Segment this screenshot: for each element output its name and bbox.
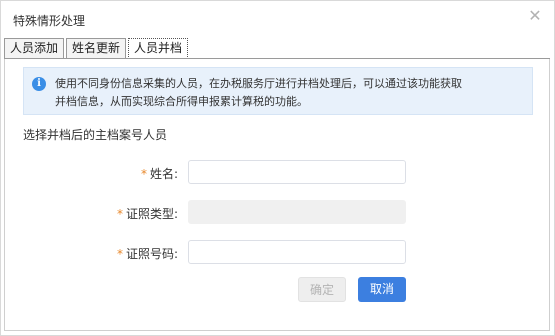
id-type-label: * 证照类型: <box>116 207 178 221</box>
info-icon: i <box>32 77 46 91</box>
required-mark: * <box>140 167 147 181</box>
confirm-button[interactable]: 确定 <box>298 277 346 302</box>
id-number-row: * 证照号码: <box>1 240 555 264</box>
notice-line-1: 使用不同身份信息采集的人员，在办税服务厅进行并档处理后，可以通过该功能获取 <box>55 77 462 90</box>
id-type-input[interactable] <box>188 200 406 224</box>
name-label: * 姓名: <box>140 167 178 181</box>
notice-line-2: 并档信息，从而实现综合所得申报累计算税的功能。 <box>55 95 308 108</box>
section-title: 选择并档后的主档案号人员 <box>23 128 168 142</box>
notice-box: i 使用不同身份信息采集的人员，在办税服务厅进行并档处理后，可以通过该功能获取 … <box>23 67 533 115</box>
required-mark: * <box>116 207 123 221</box>
dialog-title: 特殊情形处理 <box>13 14 86 28</box>
cancel-button[interactable]: 取消 <box>358 277 406 302</box>
id-type-row: * 证照类型: <box>1 200 555 224</box>
tab-merge-person[interactable]: 人员并档 <box>128 38 189 59</box>
tab-bar: 人员添加 姓名更新 人员并档 <box>4 38 190 59</box>
name-input[interactable] <box>188 160 406 184</box>
close-icon[interactable]: ✕ <box>526 7 544 25</box>
tab-add-person[interactable]: 人员添加 <box>4 38 65 58</box>
tab-name-update[interactable]: 姓名更新 <box>66 38 127 58</box>
tab-divider <box>4 58 550 59</box>
required-mark: * <box>116 247 123 261</box>
id-number-label: * 证照号码: <box>116 247 178 261</box>
id-number-input[interactable] <box>188 240 406 264</box>
special-case-dialog: 特殊情形处理 ✕ 人员添加 姓名更新 人员并档 i 使用不同身份信息采集的人员，… <box>0 0 555 336</box>
name-row: * 姓名: <box>1 160 555 184</box>
